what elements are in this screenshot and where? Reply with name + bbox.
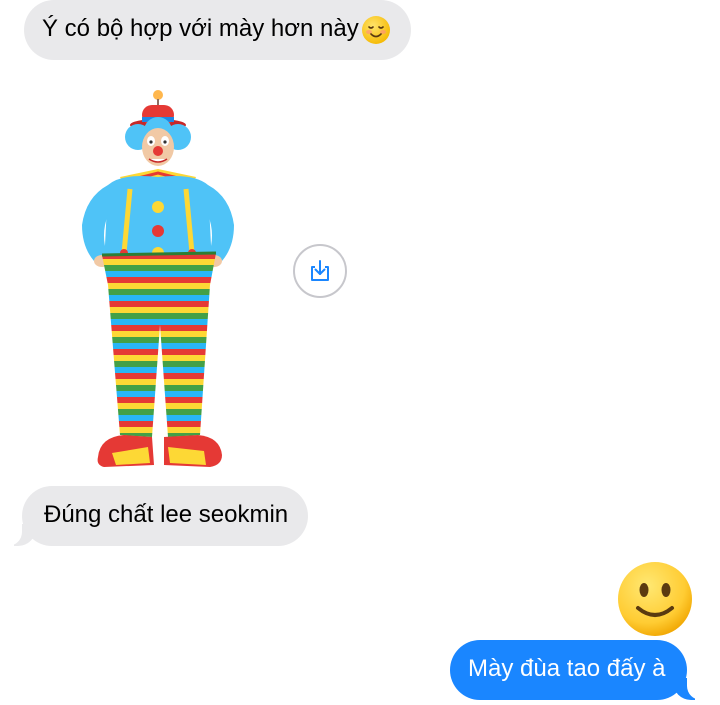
received-message-bubble[interactable]: Đúng chất lee seokmin [4, 486, 309, 546]
message-text: Mày đùa tao đấy à [468, 655, 666, 682]
received-message-bubble[interactable]: Ý có bộ hợp với mày hơn này [24, 0, 411, 60]
clown-costume-image[interactable] [60, 85, 235, 480]
download-icon [311, 260, 329, 281]
message-text: Đúng chất lee seokmin [44, 501, 289, 528]
message-text: Ý có bộ hợp với mày hơn này [42, 15, 359, 42]
slightly-smiling-face-icon[interactable] [616, 560, 694, 638]
smiling-face-icon [361, 15, 390, 44]
sent-message-bubble[interactable]: Mày đùa tao đấy à [450, 640, 706, 700]
save-image-button[interactable] [293, 244, 347, 298]
